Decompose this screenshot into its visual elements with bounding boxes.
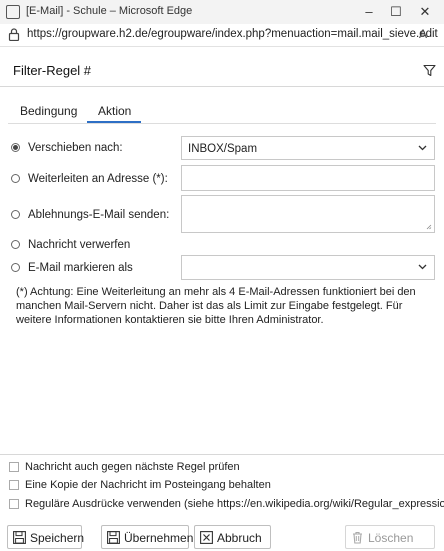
- app-icon: [6, 5, 20, 19]
- chevron-down-icon: [418, 264, 427, 270]
- tab-aktion[interactable]: Aktion: [98, 104, 131, 118]
- regex-label: Reguläre Ausdrücke verwenden (siehe http…: [25, 498, 444, 510]
- move-label: Verschieben nach:: [28, 142, 123, 154]
- tab-bedingung[interactable]: Bedingung: [20, 104, 77, 118]
- dialog-title: Filter-Regel #: [13, 63, 92, 78]
- move-folder-select[interactable]: INBOX/Spam: [181, 136, 435, 160]
- floppy-disk-icon: [107, 531, 120, 544]
- save-button[interactable]: Speichern: [7, 525, 85, 549]
- options-divider: [0, 454, 444, 455]
- apply-button[interactable]: Übernehmen: [101, 525, 193, 549]
- url-text[interactable]: https://groupware.h2.de/egroupware/index…: [27, 28, 438, 40]
- regex-checkbox[interactable]: [9, 499, 19, 509]
- minimize-button[interactable]: –: [354, 2, 384, 22]
- move-radio[interactable]: [11, 143, 20, 152]
- header-divider: [0, 86, 444, 87]
- forward-label: Weiterleiten an Adresse (*):: [28, 173, 168, 185]
- floppy-disk-icon: [13, 531, 26, 544]
- forward-address-input[interactable]: [181, 165, 435, 191]
- lock-icon: [8, 28, 20, 41]
- move-folder-value: INBOX/Spam: [188, 143, 258, 155]
- maximize-button[interactable]: ☐: [381, 2, 411, 22]
- filter-icon[interactable]: [423, 64, 436, 77]
- resize-handle-icon[interactable]: [426, 224, 432, 230]
- cancel-button-label: Abbruch: [217, 531, 262, 545]
- window-titlebar: [E-Mail] - Schule – Microsoft Edge – ☐ ✕: [0, 0, 444, 24]
- address-bar[interactable]: https://groupware.h2.de/egroupware/index…: [0, 24, 444, 47]
- close-window-button[interactable]: ✕: [410, 2, 440, 22]
- window-title: [E-Mail] - Schule – Microsoft Edge: [26, 5, 193, 17]
- delete-button[interactable]: Löschen: [345, 525, 435, 549]
- tab-divider: [8, 123, 436, 124]
- reject-message-textarea[interactable]: [181, 195, 435, 233]
- discard-label: Nachricht verwerfen: [28, 239, 131, 251]
- apply-button-label: Übernehmen: [124, 531, 194, 545]
- close-box-icon: [200, 531, 213, 544]
- trash-icon: [353, 531, 362, 544]
- next-rule-checkbox[interactable]: [9, 462, 19, 472]
- keep-copy-checkbox[interactable]: [9, 480, 19, 490]
- flag-label: E-Mail markieren als: [28, 262, 133, 274]
- flag-select[interactable]: [181, 255, 435, 280]
- keep-copy-label: Eine Kopie der Nachricht im Posteingang …: [25, 479, 271, 491]
- forward-limit-note: (*) Achtung: Eine Weiterleitung an mehr …: [16, 286, 416, 326]
- forward-radio[interactable]: [11, 174, 20, 183]
- next-rule-label: Nachricht auch gegen nächste Regel prüfe…: [25, 461, 240, 473]
- chevron-down-icon: [418, 145, 427, 151]
- cancel-button[interactable]: Abbruch: [194, 525, 271, 549]
- delete-button-label: Löschen: [368, 531, 414, 545]
- save-button-label: Speichern: [30, 531, 85, 545]
- reject-label: Ablehnungs-E-Mail senden:: [28, 209, 170, 221]
- reject-radio[interactable]: [11, 210, 20, 219]
- flag-radio[interactable]: [11, 263, 20, 272]
- discard-radio[interactable]: [11, 240, 20, 249]
- reader-view-icon[interactable]: A: [419, 27, 427, 41]
